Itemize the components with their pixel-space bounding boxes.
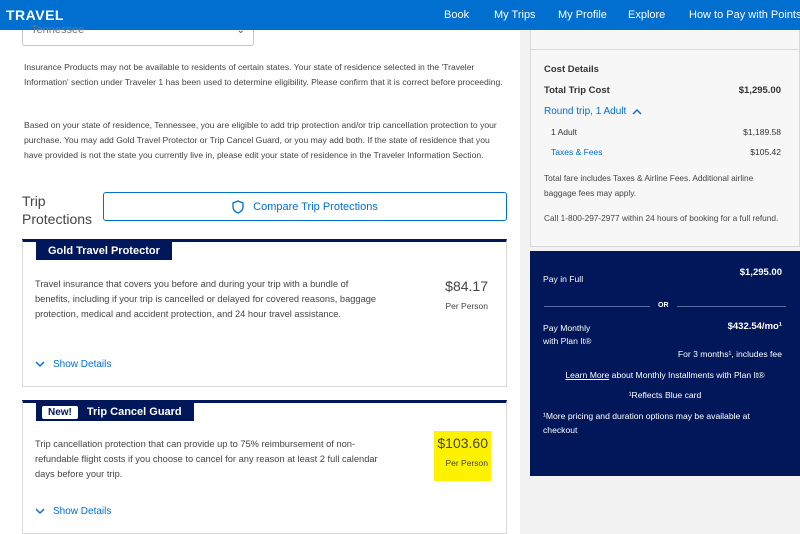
top-navigation-bar: TRAVEL Book My Trips My Profile Explore … bbox=[0, 0, 800, 30]
product-price-highlighted: $103.60 Per Person bbox=[434, 431, 491, 481]
selected-state: Tennessee bbox=[31, 24, 85, 36]
nav-book[interactable]: Book bbox=[444, 9, 469, 21]
trip-cancel-guard-card[interactable]: New! Trip Cancel Guard Trip cancellation… bbox=[22, 400, 507, 534]
nav-how-to-pay-with-points[interactable]: How to Pay with Points bbox=[689, 9, 800, 21]
product-price: $84.17 Per Person bbox=[445, 278, 488, 311]
compare-trip-protections-button[interactable]: Compare Trip Protections bbox=[103, 192, 507, 221]
nav-explore[interactable]: Explore bbox=[628, 9, 665, 21]
more-options-note: ¹More pricing and duration options may b… bbox=[543, 411, 750, 435]
show-details-link[interactable]: Show Details bbox=[35, 359, 111, 370]
compare-label: Compare Trip Protections bbox=[253, 200, 378, 213]
show-details-link[interactable]: Show Details bbox=[35, 506, 111, 517]
insurance-notice: Insurance Products may not be available … bbox=[24, 62, 503, 87]
fare-note: Total fare includes Taxes & Airline Fees… bbox=[544, 173, 754, 198]
learn-more-link[interactable]: Learn More bbox=[565, 370, 609, 380]
taxes-fees-link[interactable]: Taxes & Fees bbox=[551, 147, 603, 157]
brand-logo[interactable]: TRAVEL bbox=[6, 7, 64, 23]
nav-my-profile[interactable]: My Profile bbox=[558, 9, 607, 21]
months-note: For 3 months¹, includes fee bbox=[677, 349, 782, 359]
product-tag: Gold Travel Protector bbox=[36, 242, 172, 260]
or-label: OR bbox=[650, 302, 677, 309]
payment-options-panel: Pay in Full $1,295.00 OR Pay Monthly wit… bbox=[530, 251, 800, 476]
pay-in-full-label[interactable]: Pay in Full bbox=[543, 274, 583, 284]
product-tag: New! Trip Cancel Guard bbox=[36, 403, 194, 421]
sidebar: Connection Details Cost Details Total Tr… bbox=[530, 22, 800, 534]
price-per: Per Person bbox=[445, 301, 488, 311]
chevron-down-icon: ⌄ bbox=[236, 25, 245, 36]
connection-details-link[interactable]: Connection Details bbox=[545, 22, 621, 32]
chevron-up-icon bbox=[632, 108, 642, 115]
refund-note: Call 1-800-297-2977 within 24 hours of b… bbox=[544, 213, 779, 223]
cost-details-title: Cost Details bbox=[544, 64, 599, 75]
learn-more-line: Learn More about Monthly Installments wi… bbox=[565, 370, 765, 380]
round-trip-toggle[interactable]: Round trip, 1 Adult bbox=[544, 106, 642, 117]
chevron-down-icon bbox=[35, 506, 45, 517]
total-trip-cost-value: $1,295.00 bbox=[738, 85, 781, 96]
adult-fare-label: 1 Adult bbox=[551, 127, 577, 137]
pay-in-full-value: $1,295.00 bbox=[739, 267, 782, 278]
total-trip-cost-label: Total Trip Cost bbox=[544, 85, 610, 96]
product-description: Travel insurance that covers you before … bbox=[35, 279, 377, 319]
section-divider bbox=[531, 49, 800, 50]
price-amount: $84.17 bbox=[445, 278, 488, 294]
price-per: Per Person bbox=[445, 458, 488, 468]
pay-monthly-value: $432.54/mo¹ bbox=[727, 321, 782, 332]
eligibility-notice: Based on your state of residence, Tennes… bbox=[24, 120, 497, 160]
cost-details-panel: Connection Details Cost Details Total Tr… bbox=[530, 22, 800, 247]
price-amount: $103.60 bbox=[437, 435, 488, 451]
card-note: ¹Reflects Blue card bbox=[628, 390, 702, 400]
shield-icon bbox=[232, 199, 244, 214]
taxes-fees-value: $105.42 bbox=[750, 147, 781, 157]
state-of-residence-select[interactable]: Tennessee ⌄ bbox=[22, 24, 254, 46]
gold-travel-protector-card[interactable]: Gold Travel Protector Travel insurance t… bbox=[22, 239, 507, 387]
pay-monthly-label[interactable]: Pay Monthly with Plan It® bbox=[543, 322, 591, 348]
adult-fare-value: $1,189.58 bbox=[743, 127, 781, 137]
column-divider bbox=[520, 30, 530, 534]
nav-my-trips[interactable]: My Trips bbox=[494, 9, 536, 21]
trip-protections-heading: Trip Protections bbox=[22, 193, 93, 227]
new-badge: New! bbox=[42, 405, 78, 419]
main-content: Tennessee ⌄ Insurance Products may not b… bbox=[0, 24, 520, 534]
chevron-down-icon bbox=[35, 359, 45, 370]
product-description: Trip cancellation protection that can pr… bbox=[35, 439, 378, 479]
